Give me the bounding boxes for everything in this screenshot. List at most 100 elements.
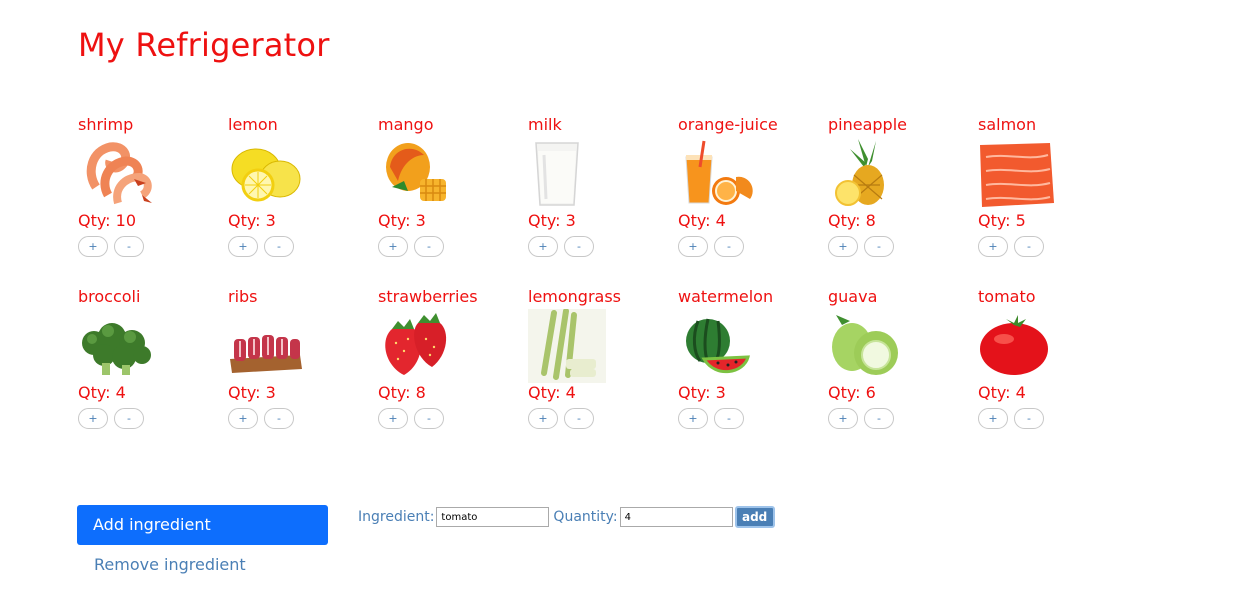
ingredient-card: watermelon Qty: 3 + - xyxy=(678,287,828,459)
ingredient-grid: shrimp Qty: 10 + - lemon Qty: 3 + - mang… xyxy=(78,115,1128,459)
qty-controls: + - xyxy=(978,408,1128,429)
ingredient-name: milk xyxy=(528,115,562,134)
ingredient-card: guava Qty: 6 + - xyxy=(828,287,978,459)
ingredient-card: salmon Qty: 5 + - xyxy=(978,115,1128,287)
ingredient-qty: Qty: 4 xyxy=(78,383,126,402)
decrement-button[interactable]: - xyxy=(714,236,744,257)
qty-controls: + - xyxy=(828,408,978,429)
ingredient-name: mango xyxy=(378,115,434,134)
increment-button[interactable]: + xyxy=(378,408,408,429)
decrement-button[interactable]: - xyxy=(1014,408,1044,429)
page-title: My Refrigerator xyxy=(78,26,330,64)
qty-controls: + - xyxy=(378,236,528,257)
ingredient-name: broccoli xyxy=(78,287,141,306)
pineapple-icon xyxy=(828,137,906,211)
remove-ingredient-link[interactable]: Remove ingredient xyxy=(94,555,246,575)
ribs-icon xyxy=(228,309,306,383)
lemongrass-icon xyxy=(528,308,606,383)
increment-button[interactable]: + xyxy=(528,236,558,257)
increment-button[interactable]: + xyxy=(228,408,258,429)
qty-controls: + - xyxy=(528,408,678,429)
increment-button[interactable]: + xyxy=(978,236,1008,257)
decrement-button[interactable]: - xyxy=(264,236,294,257)
ingredient-input[interactable] xyxy=(436,507,550,527)
ingredient-qty: Qty: 3 xyxy=(378,211,426,230)
shrimp-icon xyxy=(78,137,156,211)
ingredient-name: ribs xyxy=(228,287,258,306)
decrement-button[interactable]: - xyxy=(864,236,894,257)
add-submit-button[interactable]: add xyxy=(734,506,775,528)
quantity-label: Quantity: xyxy=(553,509,618,525)
ingredient-qty: Qty: 8 xyxy=(828,211,876,230)
increment-button[interactable]: + xyxy=(78,408,108,429)
refrigerator-page: My Refrigerator shrimp Qty: 10 + - lemon… xyxy=(0,0,1249,610)
add-ingredient-form: Ingredient: Quantity: add xyxy=(358,506,775,528)
decrement-button[interactable]: - xyxy=(264,408,294,429)
ingredient-card: tomato Qty: 4 + - xyxy=(978,287,1128,459)
decrement-button[interactable]: - xyxy=(564,236,594,257)
watermelon-icon xyxy=(678,309,756,383)
decrement-button[interactable]: - xyxy=(414,236,444,257)
ingredient-name: orange-juice xyxy=(678,115,778,134)
increment-button[interactable]: + xyxy=(378,236,408,257)
orange-juice-icon xyxy=(678,137,756,211)
qty-controls: + - xyxy=(528,236,678,257)
broccoli-icon xyxy=(78,309,156,383)
decrement-button[interactable]: - xyxy=(564,408,594,429)
qty-controls: + - xyxy=(978,236,1128,257)
ingredient-name: pineapple xyxy=(828,115,907,134)
qty-controls: + - xyxy=(828,236,978,257)
ingredient-qty: Qty: 3 xyxy=(228,383,276,402)
increment-button[interactable]: + xyxy=(828,408,858,429)
ingredient-qty: Qty: 6 xyxy=(828,383,876,402)
ingredient-qty: Qty: 4 xyxy=(978,383,1026,402)
qty-controls: + - xyxy=(228,236,378,257)
ingredient-qty: Qty: 3 xyxy=(228,211,276,230)
ingredient-name: strawberries xyxy=(378,287,478,306)
increment-button[interactable]: + xyxy=(78,236,108,257)
ingredient-qty: Qty: 3 xyxy=(678,383,726,402)
increment-button[interactable]: + xyxy=(978,408,1008,429)
ingredient-name: lemon xyxy=(228,115,278,134)
ingredient-qty: Qty: 8 xyxy=(378,383,426,402)
ingredient-card: ribs Qty: 3 + - xyxy=(228,287,378,459)
qty-controls: + - xyxy=(78,236,228,257)
qty-controls: + - xyxy=(228,408,378,429)
ingredient-card: mango Qty: 3 + - xyxy=(378,115,528,287)
ingredient-card: strawberries Qty: 8 + - xyxy=(378,287,528,459)
increment-button[interactable]: + xyxy=(228,236,258,257)
ingredient-name: guava xyxy=(828,287,878,306)
strawberries-icon xyxy=(378,309,456,383)
increment-button[interactable]: + xyxy=(678,408,708,429)
ingredient-qty: Qty: 4 xyxy=(528,383,576,402)
ingredient-qty: Qty: 3 xyxy=(528,211,576,230)
ingredient-name: shrimp xyxy=(78,115,134,134)
decrement-button[interactable]: - xyxy=(864,408,894,429)
quantity-input[interactable] xyxy=(619,507,733,527)
guava-icon xyxy=(828,309,906,383)
qty-controls: + - xyxy=(678,408,828,429)
increment-button[interactable]: + xyxy=(528,408,558,429)
qty-controls: + - xyxy=(78,408,228,429)
ingredient-name: tomato xyxy=(978,287,1036,306)
ingredient-card: milk Qty: 3 + - xyxy=(528,115,678,287)
salmon-icon xyxy=(978,137,1056,211)
add-ingredient-button[interactable]: Add ingredient xyxy=(77,505,328,545)
ingredient-name: watermelon xyxy=(678,287,774,306)
mango-icon xyxy=(378,137,456,211)
ingredient-card: lemongrass Qty: 4 + - xyxy=(528,287,678,459)
increment-button[interactable]: + xyxy=(678,236,708,257)
decrement-button[interactable]: - xyxy=(714,408,744,429)
ingredient-qty: Qty: 10 xyxy=(78,211,137,230)
qty-controls: + - xyxy=(678,236,828,257)
ingredient-label: Ingredient: xyxy=(358,509,435,525)
increment-button[interactable]: + xyxy=(828,236,858,257)
decrement-button[interactable]: - xyxy=(114,408,144,429)
lemon-icon xyxy=(228,137,306,211)
decrement-button[interactable]: - xyxy=(114,236,144,257)
ingredient-card: pineapple Qty: 8 + - xyxy=(828,115,978,287)
ingredient-qty: Qty: 4 xyxy=(678,211,726,230)
ingredient-card: broccoli Qty: 4 + - xyxy=(78,287,228,459)
decrement-button[interactable]: - xyxy=(414,408,444,429)
decrement-button[interactable]: - xyxy=(1014,236,1044,257)
